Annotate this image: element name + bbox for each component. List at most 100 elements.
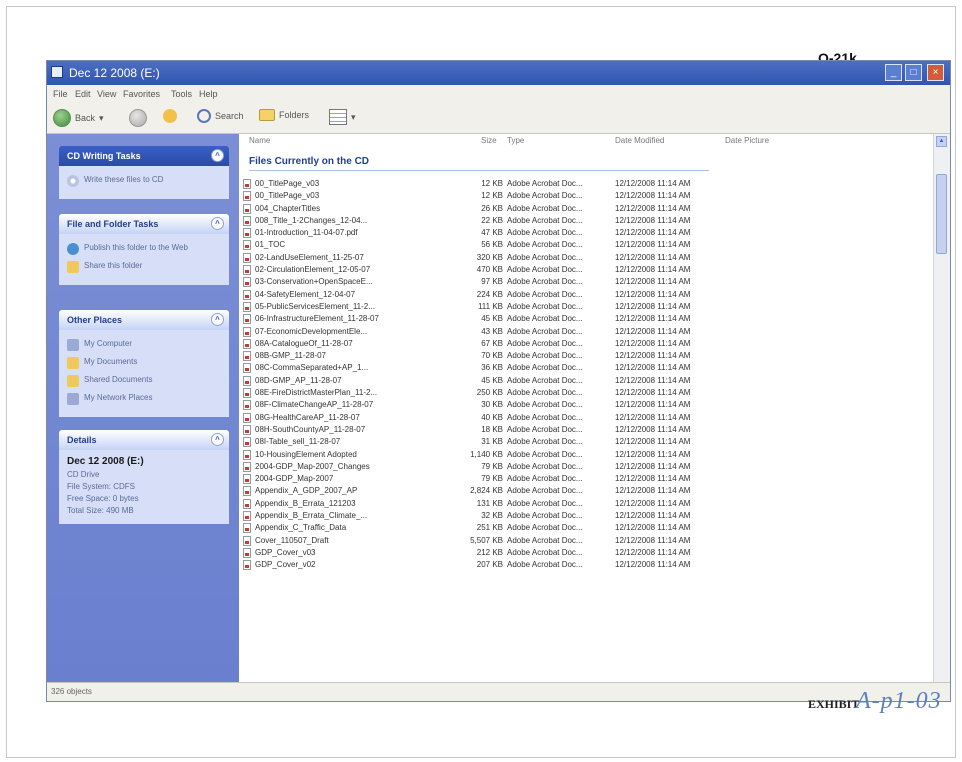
file-row[interactable]: 2004-GDP_Map-2007 79 KB Adobe Acrobat Doc.… (239, 473, 934, 485)
collapse-icon[interactable]: ^ (211, 433, 224, 446)
menu-edit[interactable]: Edit (75, 89, 91, 99)
folders-button[interactable]: Folders (259, 109, 309, 121)
file-rows: 00_TitlePage_v03 12 KB Adobe Acrobat Doc..… (239, 178, 934, 572)
file-row[interactable]: 08D-GMP_AP_11-28-07 45 KB Adobe Acrobat Do… (239, 375, 934, 387)
file-row[interactable]: 2004-GDP_Map-2007_Changes 79 KB Adobe Acro… (239, 461, 934, 473)
column-date-modified[interactable]: Date Modified (615, 136, 664, 150)
file-size: 22 KB (481, 215, 503, 225)
file-row[interactable]: 08G-HealthCareAP_11-28-07 40 KB Adobe Acro… (239, 412, 934, 424)
file-row[interactable]: 008_Title_1-2Changes_12-04... 22 KB Adobe … (239, 215, 934, 227)
menu-tools[interactable]: Tools (171, 89, 192, 99)
menu-file[interactable]: File (53, 89, 68, 99)
file-row[interactable]: Appendix_C_Traffic_Data 251 KB Adobe Acrob… (239, 522, 934, 534)
file-row[interactable]: 01_TOC 56 KB Adobe Acrobat Doc... 12/12/200… (239, 239, 934, 251)
up-folder-button[interactable] (163, 109, 177, 123)
collapse-icon[interactable]: ^ (211, 217, 224, 230)
file-row[interactable]: 05-PublicServicesElement_11-2... 111 KB Ad… (239, 301, 934, 313)
file-row[interactable]: 06-InfrastructureElement_11-28-07 45 KB Ad… (239, 313, 934, 325)
column-size[interactable]: Size (481, 136, 497, 150)
file-row[interactable]: 08F-ClimateChangeAP_11-28-07 30 KB Adobe A… (239, 399, 934, 411)
file-row[interactable]: 08E-FireDistrictMasterPlan_11-2... 250 KB… (239, 387, 934, 399)
file-size: 36 KB (481, 363, 503, 373)
place-label: My Computer (84, 339, 133, 348)
file-name: 08C-CommaSeparated+AP_1... (255, 363, 369, 373)
search-button[interactable]: Search (197, 109, 244, 123)
file-row[interactable]: 04-SafetyElement_12-04-07 224 KB Adobe Acr… (239, 289, 934, 301)
file-type: Adobe Acrobat Doc... (507, 203, 583, 213)
share-folder-icon (67, 261, 79, 273)
column-date-picture[interactable]: Date Picture (725, 136, 769, 150)
forward-button[interactable] (129, 109, 147, 127)
menu-help[interactable]: Help (199, 89, 218, 99)
file-size: 1,140 KB (470, 449, 503, 459)
file-folder-tasks-panel: File and Folder Tasks ^ Publish this fol… (59, 214, 229, 285)
place-network[interactable]: My Network Places (67, 393, 221, 405)
file-row[interactable]: 08I-Table_sell_11-28-07 31 KB Adobe Acroba… (239, 436, 934, 448)
column-type[interactable]: Type (507, 136, 524, 150)
file-row[interactable]: GDP_Cover_v02 207 KB Adobe Acrobat Doc... 1… (239, 559, 934, 571)
pdf-file-icon (243, 191, 251, 202)
pdf-file-icon (243, 388, 251, 399)
file-name: Cover_110507_Draft (255, 535, 329, 545)
file-row[interactable]: 004_ChapterTitles 26 KB Adobe Acrobat Doc.… (239, 203, 934, 215)
place-my-documents[interactable]: My Documents (67, 357, 221, 369)
title-bar[interactable]: Dec 12 2008 (E:) _ □ × (47, 61, 950, 85)
file-size: 26 KB (481, 203, 503, 213)
back-arrow-icon (53, 109, 71, 127)
file-row[interactable]: 10-HousingElement Adopted 1,140 KB Adobe A… (239, 449, 934, 461)
file-row[interactable]: 08H-SouthCountyAP_11-28-07 18 KB Adobe Acr… (239, 424, 934, 436)
file-row[interactable]: 08A-CatalogueOf_11-28-07 67 KB Adobe Acrob… (239, 338, 934, 350)
up-folder-icon (163, 109, 177, 123)
file-type: Adobe Acrobat Doc... (507, 215, 583, 225)
file-type: Adobe Acrobat Doc... (507, 314, 583, 324)
file-row[interactable]: Appendix_B_Errata_121203 131 KB Adobe Acro… (239, 498, 934, 510)
file-row[interactable]: Appendix_B_Errata_Climate_... 32 KB Adobe … (239, 510, 934, 522)
scroll-up-icon[interactable]: ▲ (936, 136, 947, 147)
file-row[interactable]: 00_TitlePage_v03 12 KB Adobe Acrobat Doc..… (239, 190, 934, 202)
place-shared-documents[interactable]: Shared Documents (67, 375, 221, 387)
file-row[interactable]: GDP_Cover_v03 212 KB Adobe Acrobat Doc... 1… (239, 547, 934, 559)
file-row[interactable]: 02-LandUseElement_11-25-07 320 KB Adobe Ac… (239, 252, 934, 264)
file-row[interactable]: 03-Conservation+OpenSpaceE... 97 KB Adobe … (239, 276, 934, 288)
menu-view[interactable]: View (97, 89, 116, 99)
collapse-icon[interactable]: ^ (211, 149, 224, 162)
place-my-computer[interactable]: My Computer (67, 339, 221, 351)
task-share-folder[interactable]: Share this folder (67, 261, 221, 273)
panel-header[interactable]: Details ^ (59, 430, 229, 450)
details-panel: Details ^ Dec 12 2008 (E:) CD Drive File… (59, 430, 229, 524)
panel-header[interactable]: Other Places ^ (59, 310, 229, 330)
back-button[interactable]: Back ▾ (53, 109, 104, 127)
pdf-file-icon (243, 511, 251, 522)
views-button[interactable]: ▾ (329, 109, 356, 125)
panel-header[interactable]: CD Writing Tasks ^ (59, 146, 229, 166)
task-label: Publish this folder to the Web (84, 243, 188, 252)
task-write-cd[interactable]: Write these files to CD (67, 175, 221, 187)
collapse-icon[interactable]: ^ (211, 313, 224, 326)
panel-header[interactable]: File and Folder Tasks ^ (59, 214, 229, 234)
file-row[interactable]: 02-CirculationElement_12-05-07 470 KB Adob… (239, 264, 934, 276)
file-row[interactable]: 08B-GMP_11-28-07 70 KB Adobe Acrobat Doc..… (239, 350, 934, 362)
close-button[interactable]: × (927, 64, 944, 81)
file-row[interactable]: Appendix_A_GDP_2007_AP 2,824 KB Adobe Acro… (239, 485, 934, 497)
file-row[interactable]: 00_TitlePage_v03 12 KB Adobe Acrobat Doc..… (239, 178, 934, 190)
file-row[interactable]: 08C-CommaSeparated+AP_1... 36 KB Adobe Acr… (239, 362, 934, 374)
file-row[interactable]: 07-EconomicDevelopmentEle... 43 KB Adobe A… (239, 326, 934, 338)
menu-favorites[interactable]: Favorites (123, 89, 160, 99)
scroll-thumb[interactable] (936, 174, 947, 254)
pdf-file-icon (243, 363, 251, 374)
file-date: 12/12/2008 11:14 AM (615, 400, 691, 410)
file-name: 02-CirculationElement_12-05-07 (255, 265, 371, 275)
minimize-button[interactable]: _ (885, 64, 902, 81)
file-type: Adobe Acrobat Doc... (507, 301, 583, 311)
maximize-button[interactable]: □ (905, 64, 922, 81)
task-publish-web[interactable]: Publish this folder to the Web (67, 243, 221, 255)
file-date: 12/12/2008 11:14 AM (615, 301, 691, 311)
details-name: Dec 12 2008 (E:) (67, 456, 144, 467)
globe-icon (67, 243, 79, 255)
vertical-scrollbar[interactable]: ▲ (933, 134, 950, 683)
file-row[interactable]: 01-Introduction_11-04-07.pdf 47 KB Adobe A… (239, 227, 934, 239)
file-date: 12/12/2008 11:14 AM (615, 191, 691, 201)
column-name[interactable]: Name (249, 136, 270, 150)
pdf-file-icon (243, 351, 251, 362)
file-row[interactable]: Cover_110507_Draft 5,507 KB Adobe Acrobat … (239, 535, 934, 547)
